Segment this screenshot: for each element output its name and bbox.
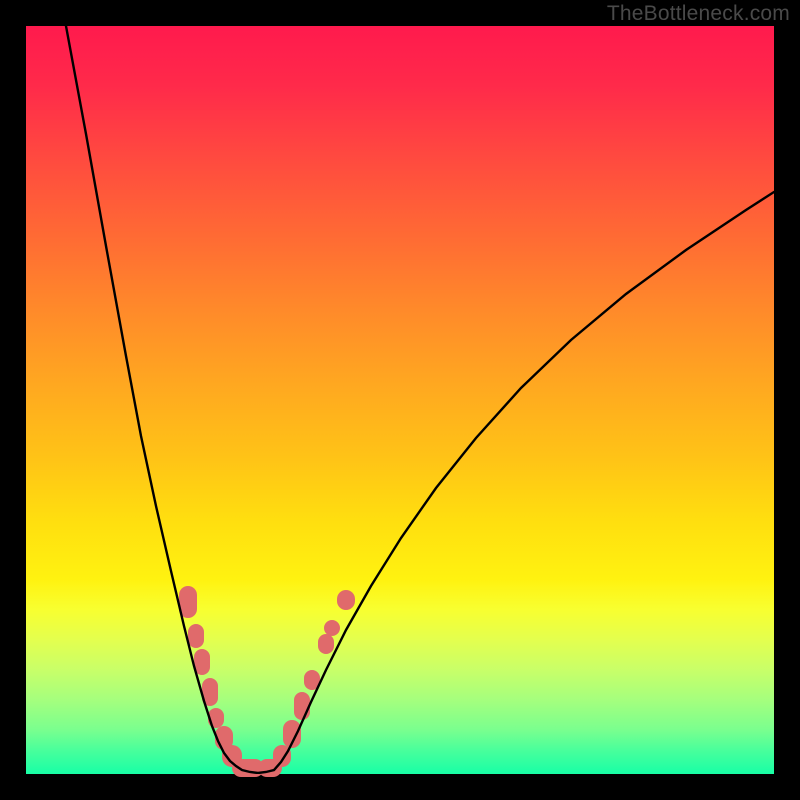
frame-left xyxy=(0,0,26,800)
bottleneck-curve xyxy=(26,26,774,774)
curve-path xyxy=(66,26,774,773)
plot-area xyxy=(26,26,774,774)
frame-right xyxy=(774,0,800,800)
frame-bottom xyxy=(0,774,800,800)
watermark-text: TheBottleneck.com xyxy=(607,2,790,26)
